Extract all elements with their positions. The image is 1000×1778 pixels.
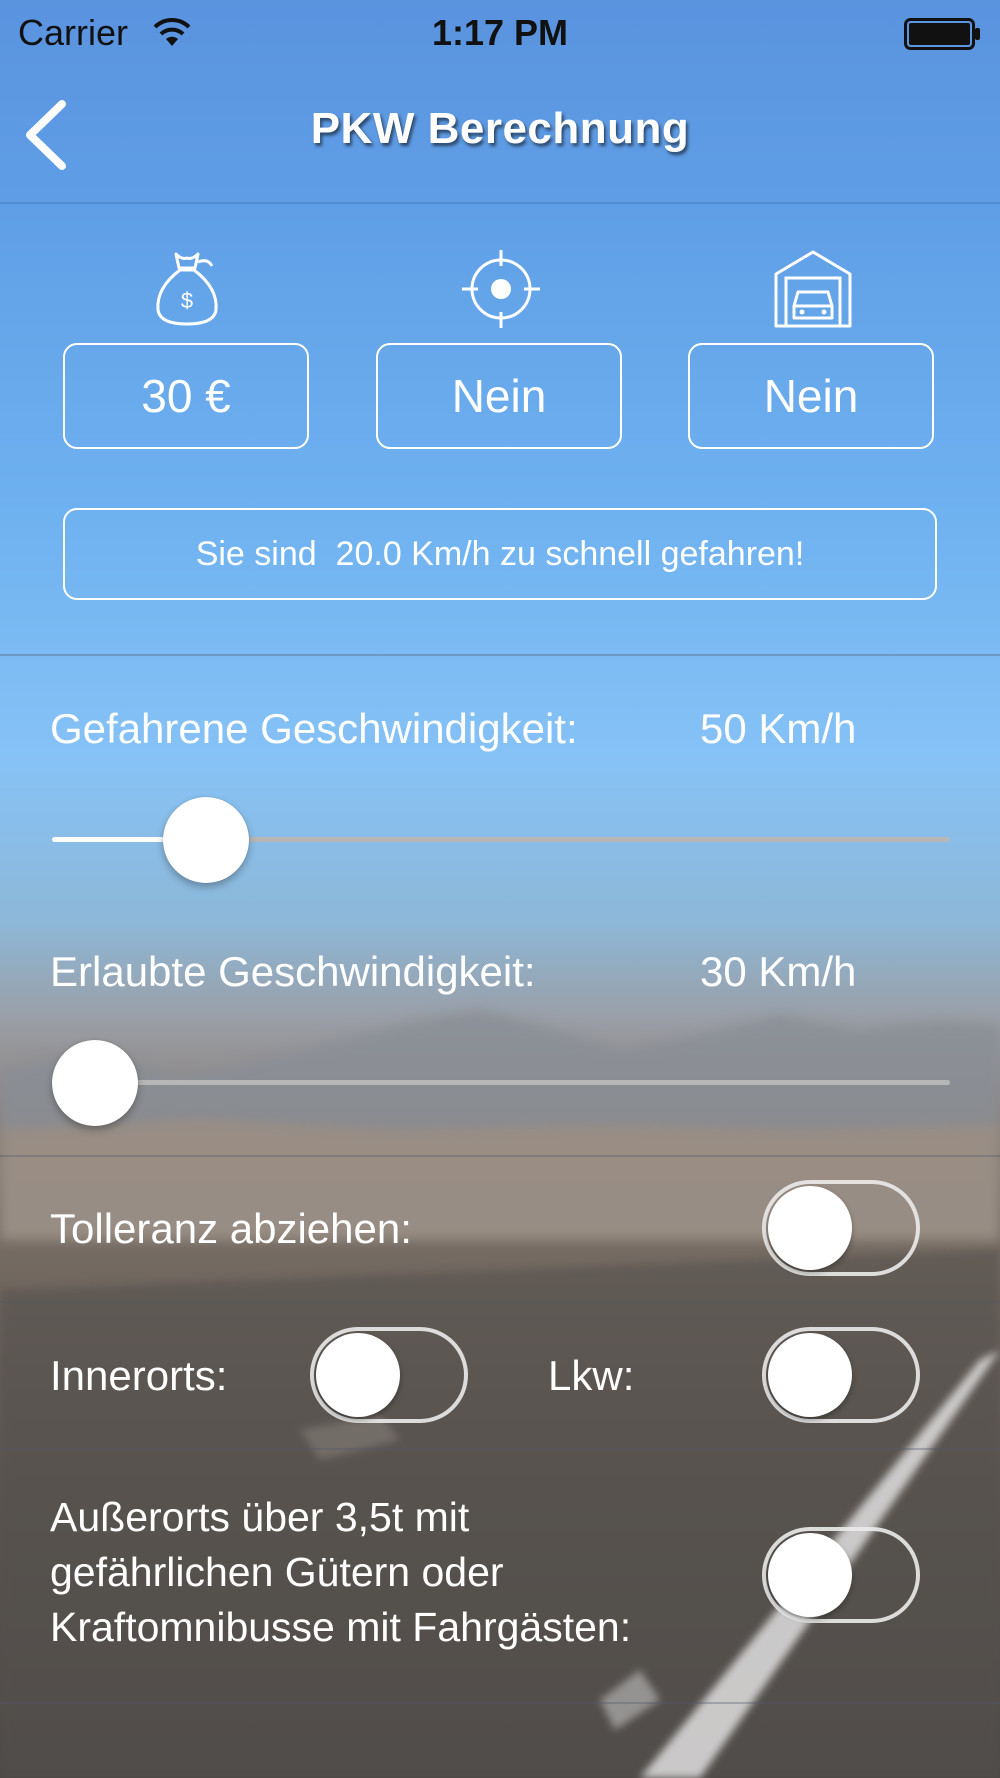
section-divider bbox=[0, 1301, 1000, 1303]
urban-switch[interactable] bbox=[310, 1327, 468, 1423]
allowed-speed-slider[interactable] bbox=[52, 1038, 950, 1128]
status-time: 1:17 PM bbox=[431, 12, 569, 53]
target-icon bbox=[462, 250, 540, 328]
section-divider bbox=[0, 1448, 1000, 1450]
heavy-vehicles-label: Außerorts über 3,5t mit gefährlichen Güt… bbox=[50, 1494, 632, 1650]
tolerance-label: Tolleranz abziehen: bbox=[50, 1205, 412, 1252]
switch-knob bbox=[768, 1186, 852, 1270]
driving-ban-value: Nein bbox=[763, 370, 859, 422]
driven-speed-slider[interactable] bbox=[52, 795, 950, 885]
heavy-vehicles-switch[interactable] bbox=[762, 1527, 920, 1623]
section-divider bbox=[0, 654, 1000, 656]
battery-full-icon bbox=[904, 18, 980, 50]
page-title: PKW Berechnung bbox=[310, 104, 690, 153]
points-value: Nein bbox=[451, 370, 547, 422]
fine-amount-value: 30 € bbox=[141, 370, 231, 422]
urban-label: Innerorts: bbox=[50, 1352, 228, 1399]
allowed-speed-value: 30 Km/h bbox=[700, 948, 857, 995]
points-button[interactable]: Nein bbox=[376, 343, 622, 449]
allowed-speed-label: Erlaubte Geschwindigkeit: bbox=[50, 948, 536, 995]
driven-speed-label: Gefahrene Geschwindigkeit: bbox=[50, 705, 578, 752]
section-divider bbox=[0, 1155, 1000, 1157]
slider-thumb[interactable] bbox=[163, 797, 250, 883]
money-bag-icon: $ bbox=[156, 252, 218, 326]
section-divider bbox=[0, 1702, 1000, 1704]
switch-knob bbox=[316, 1333, 400, 1417]
navigation-bar: PKW Berechnung bbox=[0, 66, 1000, 204]
fine-amount-button[interactable]: 30 € bbox=[63, 343, 309, 449]
speeding-message: Sie sind 20.0 Km/h zu schnell gefahren! bbox=[195, 534, 805, 573]
status-bar: Carrier 1:17 PM bbox=[0, 0, 1000, 66]
svg-text:$: $ bbox=[181, 288, 193, 313]
slider-thumb[interactable] bbox=[52, 1040, 138, 1126]
driven-speed-value: 50 Km/h bbox=[700, 705, 857, 752]
tolerance-switch[interactable] bbox=[762, 1180, 920, 1276]
slider-track bbox=[52, 1080, 950, 1085]
switch-knob bbox=[768, 1333, 852, 1417]
truck-switch[interactable] bbox=[762, 1327, 920, 1423]
speeding-message-box: Sie sind 20.0 Km/h zu schnell gefahren! bbox=[63, 508, 937, 600]
garage-car-icon bbox=[774, 250, 852, 328]
truck-label: Lkw: bbox=[548, 1352, 635, 1399]
driving-ban-button[interactable]: Nein bbox=[688, 343, 934, 449]
app-screen: Carrier 1:17 PM PKW Berechnung $ 30 € Ne… bbox=[0, 0, 1000, 1778]
switch-knob bbox=[768, 1533, 852, 1617]
